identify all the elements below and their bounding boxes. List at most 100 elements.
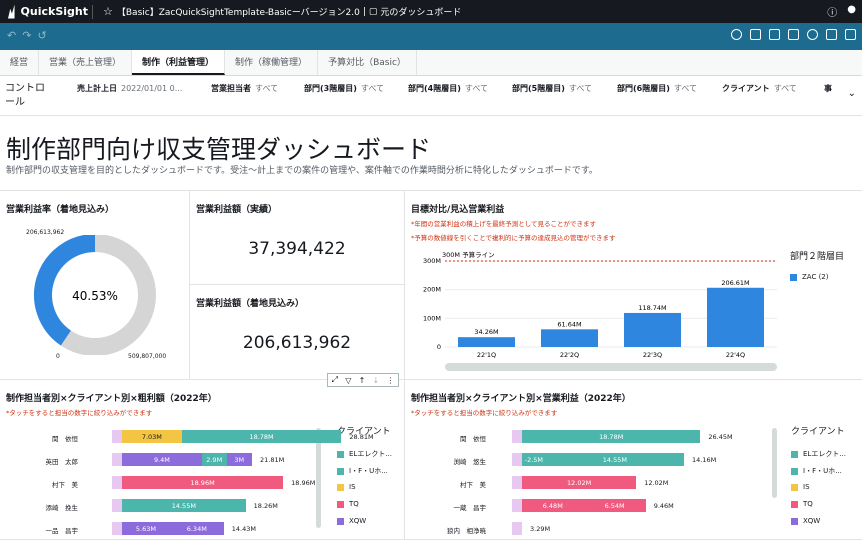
control-sales-person[interactable]: 営業担当者 すべて xyxy=(211,83,278,94)
control-sales-date[interactable]: 売上計上日 2022/01/01 0... xyxy=(77,83,182,94)
origin-dashboard-link[interactable]: 元のダッシュボード xyxy=(380,5,461,18)
legend-item[interactable]: TQ xyxy=(791,500,813,508)
target-legend-title: 部門２階層目 xyxy=(790,252,845,262)
legend-item[interactable]: ELエレクト... xyxy=(337,449,392,459)
legend-item[interactable]: IS xyxy=(337,483,356,491)
bar-segment[interactable]: 18.96M xyxy=(122,476,284,489)
legend-item[interactable]: IS xyxy=(791,483,810,491)
stacked-bar[interactable]: 18.96M xyxy=(112,476,284,489)
row-label: 狼内 相浄暁 xyxy=(447,527,486,535)
stacked-bar[interactable]: 6.48M 6.54M xyxy=(512,499,646,512)
share-icon[interactable] xyxy=(807,29,818,40)
control-dept-5[interactable]: 部門(5階層目) すべて xyxy=(512,83,592,94)
quicksight-logo[interactable]: QuickSight xyxy=(0,4,88,19)
tab-production-profit[interactable]: 制作（利益管理） xyxy=(132,50,226,75)
bar-segment[interactable]: 18.78M xyxy=(522,430,701,443)
operating-profit-panel[interactable]: 制作担当者別×クライアント別×営業利益（2022年） *タッチをすると担当の数字… xyxy=(405,380,862,540)
target-legend-item[interactable]: ZAC (2) xyxy=(790,273,829,281)
y-tick-label: 100M xyxy=(423,314,441,322)
bar-segment[interactable]: 9.4M xyxy=(122,453,202,466)
data-icon[interactable] xyxy=(788,29,799,40)
bar-segment[interactable] xyxy=(112,453,122,466)
row-label: 村下 美 xyxy=(52,481,78,489)
filter-icon[interactable] xyxy=(826,29,837,40)
kpi-actual-panel[interactable]: 営業利益額（実績） 37,394,422 xyxy=(190,190,405,285)
chart-scrollbar[interactable] xyxy=(445,363,777,371)
redo-icon[interactable]: ↷ xyxy=(22,29,37,42)
chevron-down-icon[interactable]: ⌄ xyxy=(848,88,856,99)
tab-production-utilization[interactable]: 制作（稼働管理） xyxy=(225,50,319,75)
bar-segment[interactable] xyxy=(512,522,522,535)
control-more[interactable]: 事 xyxy=(824,83,836,94)
bar-segment[interactable]: 6.54M xyxy=(583,499,646,512)
kpi-actual-value: 37,394,422 xyxy=(248,239,346,259)
schedule-icon[interactable] xyxy=(731,29,742,40)
row-label: 添崎 挽生 xyxy=(45,504,79,512)
control-client[interactable]: クライアント すべて xyxy=(722,83,797,94)
kpi-actual-title: 営業利益額（実績） xyxy=(196,205,278,215)
operating-profit-scrollbar[interactable] xyxy=(772,428,777,498)
bookmark-toolbar-icon[interactable] xyxy=(750,29,761,40)
bar-segment[interactable]: 2.9M xyxy=(201,453,227,466)
tab-management[interactable]: 経営 xyxy=(0,50,40,75)
bar-segment[interactable] xyxy=(112,499,122,512)
help-icon[interactable]: ⓘ xyxy=(827,4,837,19)
reset-icon[interactable]: ↺ xyxy=(37,29,52,42)
stacked-bar[interactable]: 9.4M 2.9M 3M xyxy=(112,453,253,466)
control-dept-3[interactable]: 部門(3階層目) すべて xyxy=(304,83,384,94)
donut-panel[interactable]: 営業利益率（着地見込み） 206,613,962 40.53% 0 509,80… xyxy=(0,190,190,380)
tab-sales[interactable]: 営業（売上管理） xyxy=(39,50,133,75)
control-dept-6[interactable]: 部門(6階層目) すべて xyxy=(617,83,697,94)
bar-segment[interactable]: 14.55M xyxy=(545,453,684,466)
target-chart-panel[interactable]: 目標対比/見込営業利益 *年間の営業利益の積上げを最終予測として見ることができま… xyxy=(405,190,862,380)
bar-segment[interactable] xyxy=(112,430,122,443)
legend-swatch xyxy=(791,450,798,458)
legend-item[interactable]: XQW xyxy=(337,517,366,525)
bar-segment[interactable]: 3M xyxy=(226,453,253,466)
kpi-forecast-panel[interactable]: 営業利益額（着地見込み） 206,613,962 xyxy=(190,285,405,380)
legend-item[interactable]: XQW xyxy=(791,517,820,525)
bar-segment[interactable] xyxy=(512,430,522,443)
row-label: 英田 太郎 xyxy=(45,458,79,466)
thresholds-icon[interactable] xyxy=(769,29,780,40)
gross-profit-scrollbar[interactable] xyxy=(316,428,321,528)
control-dept-4[interactable]: 部門(4階層目) すべて xyxy=(408,83,488,94)
bar-segment[interactable]: 6.34M xyxy=(169,522,224,535)
row-total-label: 18.96M xyxy=(291,479,316,487)
bar-segment[interactable]: 5.63M xyxy=(122,522,170,535)
legend-item[interactable]: I・F・Uホ... xyxy=(791,466,842,476)
bar-segment[interactable] xyxy=(512,499,522,512)
stacked-bar[interactable]: 12.02M xyxy=(512,476,637,489)
legend-label: IS xyxy=(349,483,356,491)
bar-segment[interactable] xyxy=(112,522,122,535)
download-icon[interactable] xyxy=(845,29,856,40)
user-icon[interactable]: ● xyxy=(847,4,856,19)
stacked-bar[interactable]: 14.55M xyxy=(112,499,246,512)
legend-label: ELエレクト... xyxy=(803,450,846,458)
bar-segment[interactable] xyxy=(112,476,122,489)
stacked-bar[interactable]: 5.63M 6.34M xyxy=(112,522,224,535)
gross-profit-panel[interactable]: 制作担当者別×クライアント別×粗利額（2022年） *タッチをすると担当の数字に… xyxy=(0,380,405,540)
undo-icon[interactable]: ↶ xyxy=(7,29,22,42)
bar-segment[interactable] xyxy=(512,453,522,466)
stacked-bar[interactable] xyxy=(512,522,522,535)
stacked-bar[interactable]: 18.78M xyxy=(512,430,701,443)
y-tick-label: 0 xyxy=(437,343,441,351)
bar-segment[interactable]: 7.03M xyxy=(122,430,182,443)
legend-item[interactable]: TQ xyxy=(337,500,359,508)
legend-item[interactable]: ELエレクト... xyxy=(791,449,846,459)
bar-segment[interactable]: 12.02M xyxy=(522,476,637,489)
tab-budget[interactable]: 予算対比（Basic） xyxy=(318,50,417,75)
bar-segment[interactable]: 6.48M xyxy=(522,499,584,512)
bar-segment[interactable]: 18.78M xyxy=(181,430,342,443)
row-total-label: 28.81M xyxy=(349,433,374,441)
bar-segment[interactable]: -2.5M xyxy=(522,453,546,466)
target-line-label: 300M 予算ライン xyxy=(442,250,495,259)
stacked-bar[interactable]: -2.5M 14.55M xyxy=(512,453,684,466)
legend-item[interactable]: I・F・Uホ... xyxy=(337,466,388,476)
bar xyxy=(541,329,598,347)
bar-segment[interactable] xyxy=(512,476,522,489)
bar-segment[interactable]: 14.55M xyxy=(122,499,246,512)
favorite-star-icon[interactable]: ☆ xyxy=(103,5,113,18)
stacked-bar[interactable]: 7.03M 18.78M xyxy=(112,430,342,443)
